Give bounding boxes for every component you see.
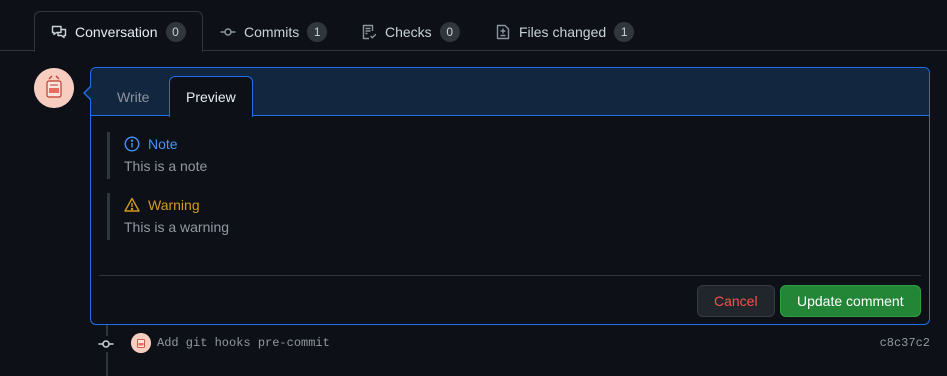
git-commit-icon [98,336,114,352]
tab-files-changed-label: Files changed [519,23,607,40]
tab-commits-label: Commits [244,23,300,40]
checklist-icon [361,24,377,40]
commit-message-link[interactable]: Add git hooks pre-commit [157,336,330,350]
warning-alert-title: Warning [124,195,913,215]
tab-conversation-label: Conversation [75,24,158,40]
avatar[interactable] [34,68,74,108]
comment-discussion-icon [51,24,67,40]
tab-commits[interactable]: Commits 1 [203,11,344,51]
commit-author-avatar[interactable] [131,333,151,353]
tab-write[interactable]: Write [100,76,166,117]
tab-commits-count: 1 [307,21,328,42]
note-alert-title: Note [124,134,913,154]
file-diff-icon [495,24,511,40]
alert-icon [124,197,140,213]
comment-editor: Write Preview Note This is a note Warnin… [83,67,930,325]
note-alert: Note This is a note [107,132,913,179]
tab-conversation[interactable]: Conversation 0 [34,11,203,52]
tab-checks-count: 0 [439,21,460,42]
editor-footer: Cancel Update comment [99,275,921,325]
preview-content: Note This is a note Warning This is a wa… [107,132,913,254]
commit-sha-link[interactable]: c8c37c2 [880,336,930,350]
warning-title-text: Warning [148,197,200,213]
pr-tab-nav: Conversation 0 Commits 1 Checks 0 Files … [0,0,947,52]
note-text: This is a note [124,158,208,174]
tab-checks[interactable]: Checks 0 [344,11,477,51]
git-commit-icon [220,24,236,40]
warning-text: This is a warning [124,219,230,235]
tab-conversation-count: 0 [165,22,186,42]
update-comment-button[interactable]: Update comment [780,285,921,317]
warning-alert: Warning This is a warning [107,193,913,240]
info-icon [124,136,140,152]
editor-header: Write Preview [91,68,929,117]
commit-row: Add git hooks pre-commit c8c37c2 [98,333,930,355]
note-title-text: Note [148,136,178,152]
tab-checks-label: Checks [385,23,432,40]
cancel-button[interactable]: Cancel [697,285,775,317]
pull-request-page: Conversation 0 Commits 1 Checks 0 Files … [0,0,947,376]
tab-files-changed-count: 1 [614,21,635,42]
tab-preview[interactable]: Preview [169,76,253,117]
tab-files-changed[interactable]: Files changed 1 [478,11,651,51]
